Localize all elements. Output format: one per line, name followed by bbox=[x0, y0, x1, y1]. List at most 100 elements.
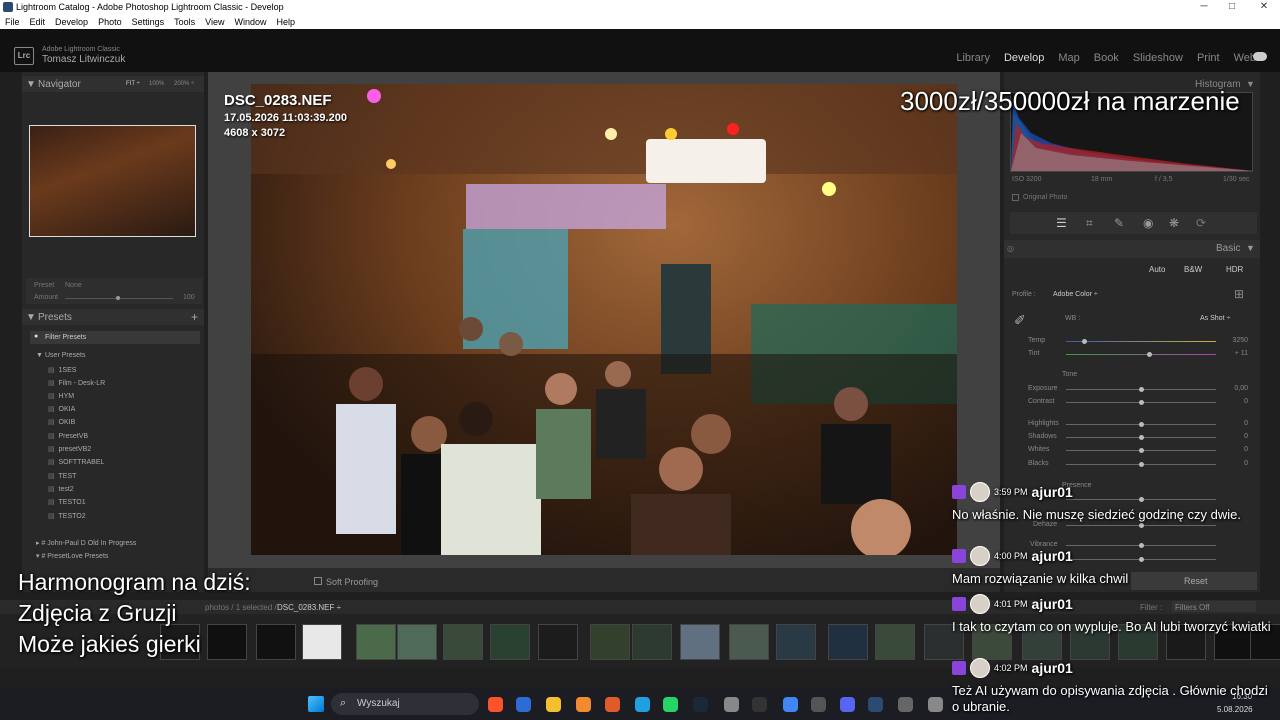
bw-button[interactable]: B&W bbox=[1184, 265, 1202, 274]
module-book[interactable]: Book bbox=[1094, 52, 1119, 64]
preset-label[interactable]: SOFTTRABEL bbox=[59, 459, 105, 466]
windows-start-icon[interactable] bbox=[308, 696, 324, 712]
profile-select[interactable]: Adobe Color ÷ bbox=[1053, 291, 1098, 298]
wb-eyedropper-icon[interactable]: ✐ bbox=[1014, 312, 1026, 329]
navigator-preview[interactable] bbox=[29, 125, 196, 237]
menu-file[interactable]: File bbox=[5, 17, 20, 27]
folder-triangle-icon[interactable]: ▼ bbox=[36, 352, 43, 359]
taskbar-search[interactable]: Wyszukaj bbox=[331, 693, 479, 715]
wb-select[interactable]: As Shot ÷ bbox=[1200, 315, 1230, 322]
preset-label[interactable]: TEST bbox=[59, 473, 77, 480]
contrast-slider-knob[interactable] bbox=[1139, 400, 1144, 405]
preset-label[interactable]: TESTO2 bbox=[59, 513, 86, 520]
filmstrip-thumbnail[interactable] bbox=[256, 624, 296, 660]
maximize-button[interactable]: □ bbox=[1216, 0, 1248, 15]
amount-slider-knob[interactable] bbox=[116, 296, 120, 300]
whatsapp-icon[interactable] bbox=[663, 697, 678, 712]
zoom-200[interactable]: 200% ÷ bbox=[174, 81, 194, 87]
filmstrip-thumbnail[interactable] bbox=[302, 624, 342, 660]
preset-label[interactable]: OKIA bbox=[59, 406, 76, 413]
file-explorer-icon[interactable] bbox=[546, 697, 561, 712]
masking-icon[interactable]: ❋ bbox=[1169, 216, 1179, 230]
filmstrip-thumbnail[interactable] bbox=[490, 624, 530, 660]
module-map[interactable]: Map bbox=[1058, 52, 1079, 64]
filmstrip-thumbnail[interactable] bbox=[729, 624, 769, 660]
original-photo-checkbox[interactable] bbox=[1012, 194, 1019, 201]
filmstrip-thumbnail[interactable] bbox=[443, 624, 483, 660]
filmstrip-thumbnail[interactable] bbox=[828, 624, 868, 660]
module-library[interactable]: Library bbox=[956, 52, 990, 64]
exposure-value[interactable]: 0,00 bbox=[1234, 385, 1248, 392]
eye-toggle-icon[interactable]: ◎ bbox=[1007, 244, 1014, 253]
cloud-sync-icon[interactable] bbox=[1253, 52, 1267, 61]
highlights-slider-knob[interactable] bbox=[1139, 422, 1144, 427]
shadows-value[interactable]: 0 bbox=[1244, 433, 1248, 440]
chrome-icon[interactable] bbox=[783, 697, 798, 712]
close-button[interactable]: ✕ bbox=[1248, 0, 1280, 15]
preset-label[interactable]: test2 bbox=[59, 486, 74, 493]
temp-slider-knob[interactable] bbox=[1082, 339, 1087, 344]
profile-browser-icon[interactable]: ⊞ bbox=[1234, 287, 1244, 301]
collapse-triangle-icon[interactable]: ▼ bbox=[1246, 79, 1255, 89]
powershell-icon[interactable] bbox=[516, 697, 531, 712]
collapse-triangle-icon[interactable]: ▼ bbox=[26, 79, 36, 90]
tint-slider-knob[interactable] bbox=[1146, 352, 1152, 357]
healing-icon[interactable]: ✎ bbox=[1114, 216, 1124, 230]
hdr-button[interactable]: HDR bbox=[1226, 265, 1243, 274]
filmstrip-thumbnail[interactable] bbox=[590, 624, 630, 660]
temp-slider[interactable] bbox=[1066, 341, 1216, 342]
presence-slider-knob[interactable] bbox=[1139, 523, 1144, 528]
add-preset-icon[interactable]: + bbox=[191, 310, 198, 324]
clock-app-icon[interactable] bbox=[724, 697, 739, 712]
filmstrip-thumbnail[interactable] bbox=[207, 624, 247, 660]
preset-label[interactable]: presetVB2 bbox=[59, 446, 92, 453]
filmstrip-thumbnail[interactable] bbox=[632, 624, 672, 660]
lightroom-icon[interactable] bbox=[868, 697, 883, 712]
tint-value[interactable]: + 11 bbox=[1235, 350, 1248, 357]
zoom-100[interactable]: 100% bbox=[149, 81, 164, 87]
preset-label[interactable]: 1SES bbox=[59, 367, 77, 374]
temp-value[interactable]: 3250 bbox=[1232, 337, 1248, 344]
menu-tools[interactable]: Tools bbox=[174, 17, 195, 27]
photo-preview[interactable] bbox=[251, 84, 957, 555]
menu-help[interactable]: Help bbox=[277, 17, 296, 27]
edit-sliders-icon[interactable]: ☰ bbox=[1056, 216, 1067, 230]
settings-icon[interactable] bbox=[898, 697, 913, 712]
contrast-value[interactable]: 0 bbox=[1244, 398, 1248, 405]
whites-slider-knob[interactable] bbox=[1139, 448, 1144, 453]
collapse-triangle-icon[interactable]: ▼ bbox=[26, 312, 36, 323]
menu-settings[interactable]: Settings bbox=[132, 17, 165, 27]
whites-value[interactable]: 0 bbox=[1244, 446, 1248, 453]
module-develop[interactable]: Develop bbox=[1004, 52, 1044, 64]
filmstrip-filename[interactable]: DSC_0283.NEF ÷ bbox=[277, 603, 341, 612]
menu-edit[interactable]: Edit bbox=[30, 17, 46, 27]
blacks-slider-knob[interactable] bbox=[1139, 462, 1144, 467]
module-slideshow[interactable]: Slideshow bbox=[1133, 52, 1183, 64]
preset-label[interactable]: OKIB bbox=[59, 419, 76, 426]
gear-app-icon[interactable] bbox=[928, 697, 943, 712]
filmstrip-thumbnail[interactable] bbox=[356, 624, 396, 660]
collapse-triangle-icon[interactable]: ▼ bbox=[1246, 243, 1255, 253]
filmstrip-thumbnail[interactable] bbox=[875, 624, 915, 660]
preset-label[interactable]: HYM bbox=[59, 393, 75, 400]
filmstrip-thumbnail[interactable] bbox=[538, 624, 578, 660]
brave-icon[interactable] bbox=[488, 697, 503, 712]
preset-group-presetlove[interactable]: ▾ # PresetLove Presets bbox=[36, 552, 108, 560]
filter-presets-input[interactable]: Filter Presets bbox=[45, 334, 86, 341]
shadows-slider-knob[interactable] bbox=[1139, 435, 1144, 440]
exposure-slider-knob[interactable] bbox=[1139, 387, 1144, 392]
discord-icon[interactable] bbox=[840, 697, 855, 712]
blacks-value[interactable]: 0 bbox=[1244, 460, 1248, 467]
module-print[interactable]: Print bbox=[1197, 52, 1220, 64]
red-eye-icon[interactable]: ◉ bbox=[1143, 216, 1153, 230]
menu-develop[interactable]: Develop bbox=[55, 17, 88, 27]
filmstrip-thumbnail[interactable] bbox=[397, 624, 437, 660]
edge-icon[interactable] bbox=[635, 697, 650, 712]
steam-icon[interactable] bbox=[693, 697, 708, 712]
filmstrip-thumbnail[interactable] bbox=[680, 624, 720, 660]
terminal-icon[interactable] bbox=[752, 697, 767, 712]
filmstrip-thumbnail[interactable] bbox=[776, 624, 816, 660]
preset-label[interactable]: PresetVB bbox=[59, 433, 89, 440]
auto-button[interactable]: Auto bbox=[1149, 265, 1165, 274]
zoom-fit[interactable]: FIT ÷ bbox=[126, 81, 140, 87]
